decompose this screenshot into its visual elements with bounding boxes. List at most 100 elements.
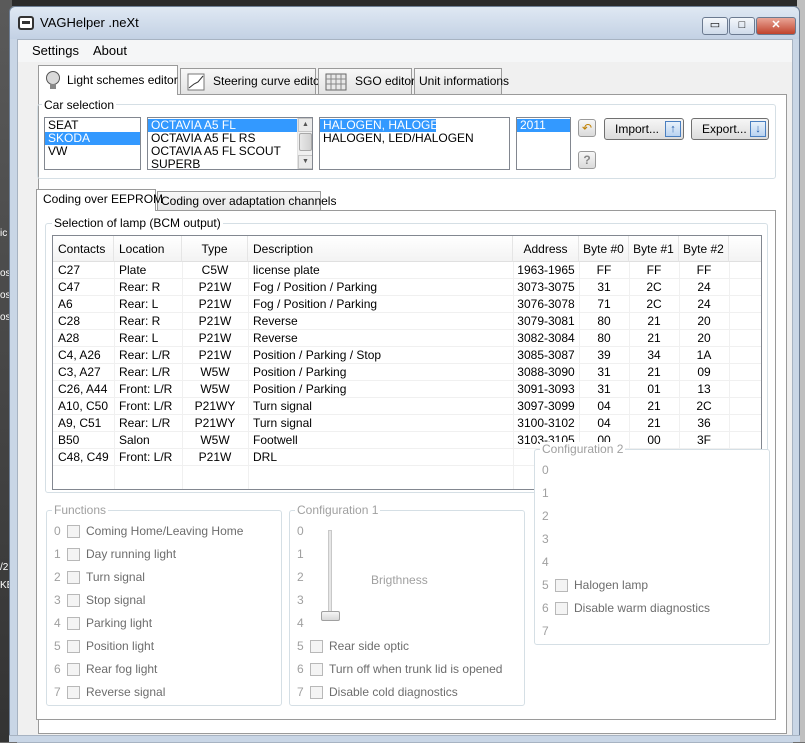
- list-item[interactable]: HALOGEN, LED/HALOGEN: [320, 132, 509, 145]
- tab-unit-informations[interactable]: Unit informations: [414, 68, 509, 94]
- scroll-down-icon[interactable]: ▼: [298, 155, 312, 169]
- cell-contacts: C48, C49: [58, 450, 109, 464]
- list-item-selected[interactable]: 2011: [517, 119, 570, 132]
- table-row[interactable]: C28 Rear: R P21W Reverse 3079-3081 80 21 20: [53, 313, 761, 330]
- config1-option-checkbox[interactable]: [310, 640, 323, 653]
- function-option-checkbox[interactable]: [67, 548, 80, 561]
- cell-description: Fog / Position / Parking: [253, 280, 378, 294]
- scroll-thumb[interactable]: [299, 133, 312, 151]
- brightness-slider-thumb[interactable]: [321, 611, 340, 621]
- export-button[interactable]: Export... ↓: [691, 118, 769, 140]
- function-option-checkbox[interactable]: [67, 525, 80, 538]
- model-listbox[interactable]: OCTAVIA A5 FL OCTAVIA A5 FL RS OCTAVIA A…: [147, 117, 313, 170]
- option-index: 4: [297, 616, 304, 630]
- table-row[interactable]: A10, C50 Front: L/R P21WY Turn signal 3097-3…: [53, 398, 761, 415]
- cell-byte2: 13: [697, 382, 711, 396]
- table-row[interactable]: C3, A27 Rear: L/R W5W Position / Parking 308…: [53, 364, 761, 381]
- config1-option-checkbox[interactable]: [310, 663, 323, 676]
- column-header-description[interactable]: Description: [248, 236, 513, 262]
- function-option-checkbox[interactable]: [67, 571, 80, 584]
- cell-byte2: 09: [697, 365, 711, 379]
- brightness-slider-track[interactable]: [328, 530, 332, 618]
- function-option-checkbox[interactable]: [67, 594, 80, 607]
- column-header-byte0[interactable]: Byte #0: [579, 236, 629, 262]
- column-header-contacts[interactable]: Contacts: [53, 236, 114, 262]
- option-index: 2: [542, 509, 549, 523]
- cell-byte0: 71: [597, 297, 611, 311]
- function-option-label: Parking light: [86, 616, 153, 630]
- menu-settings[interactable]: Settings: [32, 43, 79, 58]
- table-row[interactable]: B50 Salon W5W Footwell 3103-3105 00 00 3F: [53, 432, 761, 449]
- tab-steering-curve-editor[interactable]: Steering curve editor: [180, 68, 324, 94]
- tab-sgo-editor[interactable]: SGO editor: [318, 68, 415, 94]
- subtab-label: Coding over EEPROM: [43, 192, 164, 206]
- cell-byte0: 80: [597, 314, 611, 328]
- app-icon: [18, 16, 34, 30]
- cell-address: 3079-3081: [517, 314, 575, 328]
- function-option-checkbox[interactable]: [67, 686, 80, 699]
- maximize-icon: □: [738, 19, 746, 31]
- cell-location: Rear: R: [119, 280, 161, 294]
- column-header-address[interactable]: Address: [513, 236, 579, 262]
- cell-type: C5W: [201, 263, 229, 277]
- cell-description: Footwell: [253, 433, 298, 447]
- function-option-checkbox[interactable]: [67, 617, 80, 630]
- cell-type: P21W: [198, 348, 232, 362]
- subtab-coding-adaptation[interactable]: Coding over adaptation channels: [157, 191, 336, 211]
- function-option-label: Position light: [86, 639, 155, 653]
- subtab-label: Coding over adaptation channels: [161, 194, 337, 208]
- light-type-listbox[interactable]: HALOGEN, HALOGEN HALOGEN, LED/HALOGEN: [319, 117, 510, 170]
- config1-option-label: Turn off when trunk lid is opened: [329, 662, 503, 676]
- column-header-location[interactable]: Location: [114, 236, 182, 262]
- import-button[interactable]: Import... ↑: [604, 118, 684, 140]
- help-button[interactable]: ?: [578, 151, 596, 169]
- table-row[interactable]: C4, A26 Rear: L/R P21W Position / Parking /…: [53, 347, 761, 364]
- scroll-up-icon[interactable]: ▲: [298, 118, 312, 132]
- cell-byte0: 80: [597, 331, 611, 345]
- table-row[interactable]: C47 Rear: R P21W Fog / Position / Parking 30…: [53, 279, 761, 296]
- configuration-1-group: [289, 510, 525, 706]
- maximize-button[interactable]: □: [729, 17, 755, 35]
- config2-option-label: Disable warm diagnostics: [574, 601, 711, 615]
- table-row[interactable]: A6 Rear: L P21W Fog / Position / Parking 307…: [53, 296, 761, 313]
- minimize-button[interactable]: ▭: [702, 17, 728, 35]
- cell-byte1: 00: [647, 433, 661, 447]
- table-row[interactable]: A9, C51 Rear: L/R P21WY Turn signal 3100-310…: [53, 415, 761, 432]
- cell-contacts: C26, A44: [58, 382, 108, 396]
- config1-option-checkbox[interactable]: [310, 686, 323, 699]
- config2-option-checkbox[interactable]: [555, 579, 568, 592]
- cell-type: P21W: [198, 314, 232, 328]
- table-row[interactable]: A28 Rear: L P21W Reverse 3082-3084 80 21 20: [53, 330, 761, 347]
- column-header-byte1[interactable]: Byte #1: [629, 236, 679, 262]
- function-option-label: Stop signal: [86, 593, 146, 607]
- column-header-type[interactable]: Type: [182, 236, 248, 262]
- cell-address: 3085-3087: [517, 348, 575, 362]
- table-row[interactable]: C26, A44 Front: L/R W5W Position / Parking 3…: [53, 381, 761, 398]
- list-item[interactable]: VW: [45, 145, 140, 158]
- table-row[interactable]: C27 Plate C5W license plate 1963-1965 FF FF FF: [53, 262, 761, 279]
- cell-byte0: 31: [597, 382, 611, 396]
- column-header-byte2[interactable]: Byte #2: [679, 236, 729, 262]
- year-listbox[interactable]: 2011: [516, 117, 571, 170]
- import-label: Import...: [615, 122, 660, 136]
- cell-type: W5W: [200, 433, 230, 447]
- option-index: 6: [542, 601, 549, 615]
- option-index: 1: [54, 547, 61, 561]
- cell-byte1: 21: [647, 365, 661, 379]
- cell-description: Reverse: [253, 314, 298, 328]
- undo-button[interactable]: ↶: [578, 119, 596, 137]
- brand-listbox[interactable]: SEAT SKODA VW: [44, 117, 141, 170]
- title-bar[interactable]: VAGHelper .neXt ▭ □ ✕: [10, 7, 799, 39]
- subtab-coding-eeprom[interactable]: Coding over EEPROM: [36, 189, 163, 211]
- function-option-checkbox[interactable]: [67, 663, 80, 676]
- undo-icon: ↶: [581, 121, 593, 135]
- close-button[interactable]: ✕: [756, 17, 796, 35]
- model-scrollbar[interactable]: ▲ ▼: [297, 118, 312, 169]
- tab-light-schemes-editor[interactable]: Light schemes editor: [38, 65, 178, 95]
- config2-option-checkbox[interactable]: [555, 602, 568, 615]
- list-item[interactable]: SUPERB: [148, 158, 312, 170]
- function-option-checkbox[interactable]: [67, 640, 80, 653]
- cell-description: Fog / Position / Parking: [253, 297, 378, 311]
- menu-about[interactable]: About: [93, 43, 127, 58]
- cell-contacts: C47: [58, 280, 81, 294]
